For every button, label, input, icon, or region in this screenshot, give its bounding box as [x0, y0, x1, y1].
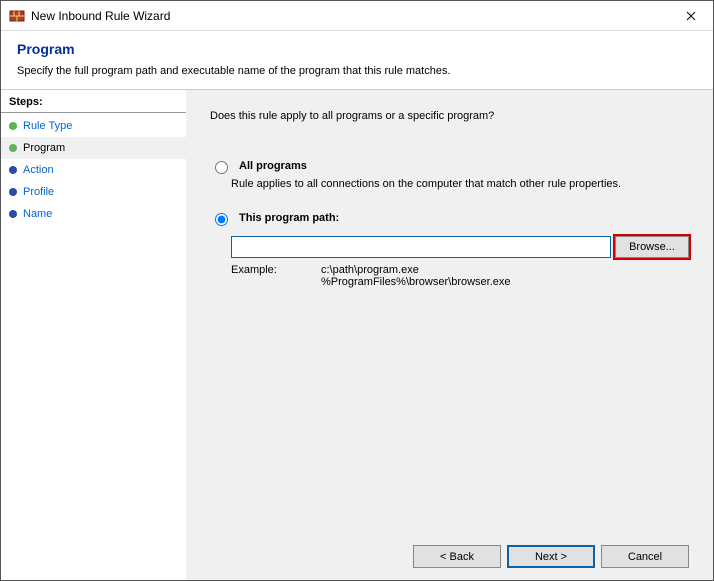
program-path-row: Browse...: [231, 236, 689, 258]
bullet-icon: [9, 210, 17, 218]
example-paths: c:\path\program.exe %ProgramFiles%\brows…: [321, 264, 511, 288]
back-button[interactable]: < Back: [413, 545, 501, 568]
step-name[interactable]: Name: [1, 203, 186, 225]
this-program-label: This program path:: [239, 212, 339, 224]
program-path-input[interactable]: [231, 236, 611, 258]
example-label: Example:: [231, 264, 293, 288]
main-content: Does this rule apply to all programs or …: [186, 90, 713, 580]
window-title: New Inbound Rule Wizard: [31, 9, 668, 23]
all-programs-label: All programs: [239, 160, 307, 172]
bullet-icon: [9, 188, 17, 196]
example-path-2: %ProgramFiles%\browser\browser.exe: [321, 276, 511, 288]
bullet-icon: [9, 144, 17, 152]
steps-sidebar: Steps: Rule Type Program Action Profile …: [1, 90, 186, 580]
radio-all-programs[interactable]: [215, 161, 228, 174]
step-profile[interactable]: Profile: [1, 181, 186, 203]
example-row: Example: c:\path\program.exe %ProgramFil…: [231, 264, 689, 288]
step-action[interactable]: Action: [1, 159, 186, 181]
cancel-button[interactable]: Cancel: [601, 545, 689, 568]
radio-this-program-path[interactable]: [215, 213, 228, 226]
step-label: Program: [23, 142, 65, 154]
firewall-icon: [9, 8, 25, 24]
example-path-1: c:\path\program.exe: [321, 264, 419, 276]
bullet-icon: [9, 122, 17, 130]
page-header: Program Specify the full program path an…: [1, 31, 713, 89]
question-text: Does this rule apply to all programs or …: [210, 110, 689, 122]
close-button[interactable]: [668, 1, 713, 31]
page-title: Program: [17, 41, 697, 57]
all-programs-desc: Rule applies to all connections on the c…: [231, 178, 689, 190]
step-rule-type[interactable]: Rule Type: [1, 115, 186, 137]
page-subtitle: Specify the full program path and execut…: [17, 65, 697, 77]
step-label: Rule Type: [23, 120, 72, 132]
option-this-program-row: This program path:: [210, 212, 689, 226]
step-label: Name: [23, 208, 52, 220]
step-label: Profile: [23, 186, 54, 198]
steps-header: Steps:: [1, 90, 186, 113]
body: Steps: Rule Type Program Action Profile …: [1, 89, 713, 580]
step-program[interactable]: Program: [1, 137, 186, 159]
titlebar: New Inbound Rule Wizard: [1, 1, 713, 31]
bullet-icon: [9, 166, 17, 174]
option-all-programs-row: All programs: [210, 160, 689, 174]
footer-buttons: < Back Next > Cancel: [210, 537, 689, 568]
step-label: Action: [23, 164, 54, 176]
wizard-window: New Inbound Rule Wizard Program Specify …: [0, 0, 714, 581]
browse-button[interactable]: Browse...: [615, 236, 689, 258]
next-button[interactable]: Next >: [507, 545, 595, 568]
